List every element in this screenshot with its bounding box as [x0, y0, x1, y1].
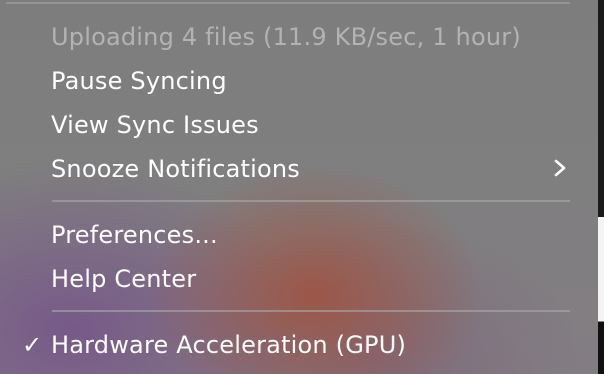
- snooze-notifications-menu-item[interactable]: Snooze Notifications: [51, 151, 300, 187]
- pause-syncing-menu-item[interactable]: Pause Syncing: [51, 63, 227, 99]
- menu-separator: [52, 200, 570, 202]
- checkmark-icon: ✓: [22, 331, 43, 359]
- help-center-menu-item[interactable]: Help Center: [51, 261, 196, 297]
- hardware-acceleration-menu-item[interactable]: Hardware Acceleration (GPU): [51, 327, 406, 363]
- context-menu: Uploading 4 files (11.9 KB/sec, 1 hour) …: [0, 0, 599, 374]
- background-window-edge: [598, 0, 604, 374]
- menu-divider-top: [6, 2, 570, 4]
- upload-status-text: Uploading 4 files (11.9 KB/sec, 1 hour): [51, 23, 521, 51]
- menu-separator: [52, 310, 570, 312]
- preferences-menu-item[interactable]: Preferences...: [51, 217, 218, 253]
- view-sync-issues-menu-item[interactable]: View Sync Issues: [51, 107, 259, 143]
- chevron-right-icon: [554, 159, 566, 177]
